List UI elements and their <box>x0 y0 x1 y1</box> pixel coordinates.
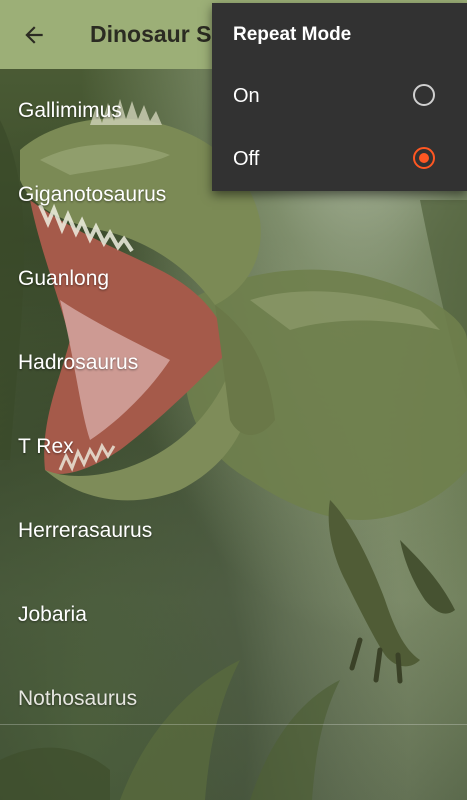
list-item-label: Giganotosaurus <box>18 183 167 206</box>
list-item[interactable]: Guanlong <box>0 237 467 321</box>
list-item-label: Nothosaurus <box>18 687 138 710</box>
option-label: On <box>233 85 260 107</box>
radio-unchecked-icon[interactable] <box>413 84 435 106</box>
list-item[interactable]: T Rex <box>0 405 467 489</box>
list-item[interactable]: Hadrosaurus <box>0 321 467 405</box>
list-item-label: Herrerasaurus <box>18 519 153 542</box>
repeat-mode-popup: Repeat Mode On Off <box>212 3 467 191</box>
radio-checked-icon[interactable] <box>413 147 435 169</box>
list-item[interactable]: Nothosaurus <box>0 657 467 741</box>
list-item-label: T Rex <box>18 435 74 458</box>
back-button[interactable] <box>0 0 68 69</box>
arrow-left-icon <box>25 25 43 44</box>
repeat-on-option[interactable]: On <box>212 66 467 128</box>
list-divider <box>0 724 467 725</box>
list-item-label: Jobaria <box>18 603 87 626</box>
list-item[interactable]: Herrerasaurus <box>0 489 467 573</box>
option-label: Off <box>233 148 260 170</box>
popup-title: Repeat Mode <box>233 24 352 45</box>
repeat-off-option[interactable]: Off <box>212 129 467 191</box>
list-item-label: Gallimimus <box>18 99 122 122</box>
list-item-label: Guanlong <box>18 267 110 290</box>
list-item-label: Hadrosaurus <box>18 351 139 374</box>
list-item[interactable]: Jobaria <box>0 573 467 657</box>
